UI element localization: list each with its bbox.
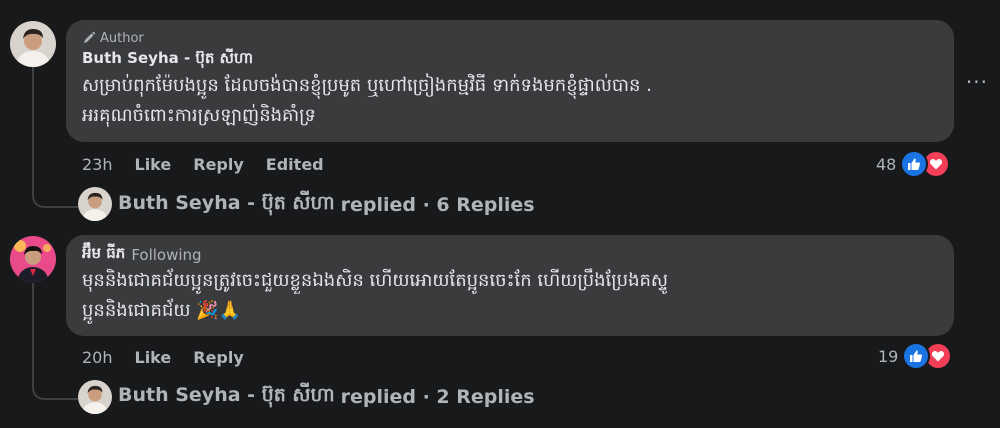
author-badge: Author: [82, 29, 938, 47]
reactions-2[interactable]: 19: [878, 342, 953, 370]
view-replies-link[interactable]: Buth Seyha - ប៊ុត សីហា replied · 2 Repli…: [118, 380, 535, 414]
replies-author: Buth Seyha - ប៊ុត សីហា: [118, 192, 335, 214]
comment-actions-1: 23h Like Reply Edited: [82, 152, 346, 176]
comment-author-name[interactable]: អ៊ឹម ធីភ: [82, 244, 125, 266]
thumbs-up-icon: [900, 150, 929, 178]
comment-text-line: មុននិងជោគជ័យប្អូនត្រូវចេះជួយខ្លួនឯងសិន ហ…: [82, 270, 669, 291]
replies-count: replied · 6 Replies: [340, 194, 535, 216]
replies-author: Buth Seyha - ប៊ុត សីហា: [118, 384, 335, 406]
author-badge-label: Author: [100, 30, 144, 46]
thread-curve-1: [32, 168, 78, 208]
comment-text-line: អរគុណចំពោះការស្រឡាញ់និងគាំទ្រ: [82, 105, 316, 126]
reaction-count[interactable]: 48: [876, 155, 896, 174]
comment-bubble-2: អ៊ឹម ធីភ Following មុននិងជោគជ័យប្អូនត្រូ…: [66, 235, 954, 336]
following-label[interactable]: Following: [131, 246, 201, 264]
edited-label[interactable]: Edited: [266, 155, 324, 174]
comment-timestamp[interactable]: 23h: [82, 155, 113, 174]
comment-bubble-1: Author Buth Seyha - ប៊ុត សីហា សម្រាប់ពុក…: [66, 20, 954, 142]
like-button[interactable]: Like: [135, 155, 172, 174]
person-avatar-icon: [78, 187, 112, 221]
reactions-1[interactable]: 48: [876, 150, 951, 178]
pencil-icon: [84, 31, 96, 43]
person-avatar-icon: [78, 380, 112, 414]
reply-avatar[interactable]: [78, 380, 112, 414]
thread-curve-2: [32, 362, 78, 400]
reply-button[interactable]: Reply: [193, 155, 244, 174]
more-options-icon[interactable]: ···: [966, 70, 988, 94]
comment-timestamp[interactable]: 20h: [82, 348, 113, 367]
comment-text-line: សម្រាប់ពុកម៉ែបងប្អូន ដែលចង់បានខ្ញុំប្រមូ…: [82, 75, 652, 96]
thumbs-up-icon: [902, 342, 931, 370]
author-avatar[interactable]: [10, 21, 56, 67]
replies-count: replied · 2 Replies: [340, 386, 535, 408]
like-button[interactable]: Like: [135, 348, 172, 367]
commenter-avatar[interactable]: [10, 236, 56, 282]
view-replies-link[interactable]: Buth Seyha - ប៊ុត សីហា replied · 6 Repli…: [118, 188, 535, 222]
reaction-count[interactable]: 19: [878, 347, 898, 366]
reply-avatar[interactable]: [78, 187, 112, 221]
comment-author-name[interactable]: Buth Seyha - ប៊ុត សីហា: [82, 49, 253, 71]
thread-line-1: [32, 66, 34, 184]
person-avatar-icon: [10, 21, 56, 67]
reply-button[interactable]: Reply: [193, 348, 244, 367]
comment-text-line: ប្អូននិងជោគជ័យ 🎉🙏: [82, 300, 242, 321]
comment-actions-2: 20h Like Reply: [82, 345, 266, 369]
person-avatar-icon: [10, 236, 56, 282]
